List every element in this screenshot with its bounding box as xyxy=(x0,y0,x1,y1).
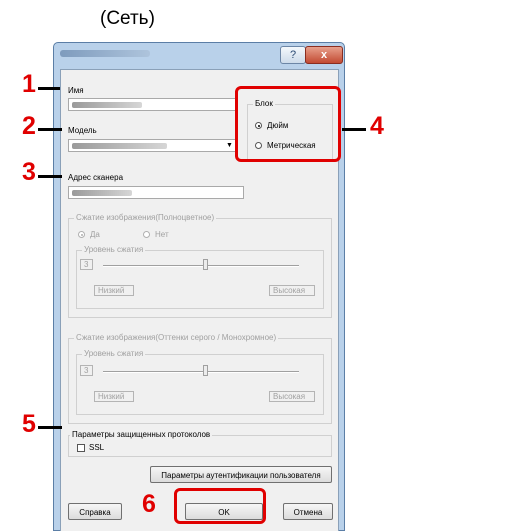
compression-yes-radio[interactable] xyxy=(78,231,85,238)
color-level-slider-thumb[interactable] xyxy=(203,259,208,270)
secure-protocol-group: Параметры защищенных протоколов SSL xyxy=(68,430,332,457)
color-compression-title: Сжатие изображения(Полноцветное) xyxy=(74,213,217,222)
ssl-checkbox[interactable] xyxy=(77,444,85,452)
callout-3: 3 xyxy=(22,158,36,186)
ok-highlight-box xyxy=(174,488,266,524)
cancel-button[interactable]: Отмена xyxy=(283,503,333,520)
compression-yes-label: Да xyxy=(90,230,100,239)
callout-3-line xyxy=(38,175,62,178)
help-button[interactable]: Справка xyxy=(68,503,122,520)
gray-level-value: 3 xyxy=(80,365,93,376)
close-icon[interactable]: x xyxy=(305,46,343,64)
gray-level-slider-thumb[interactable] xyxy=(203,365,208,376)
gray-compression-title: Сжатие изображения(Оттенки серого / Моно… xyxy=(74,333,279,342)
name-label: Имя xyxy=(68,86,84,95)
callout-2: 2 xyxy=(22,112,36,140)
color-high-label: Высокая xyxy=(269,285,315,296)
color-compression-group: Сжатие изображения(Полноцветное) Да Нет … xyxy=(68,213,332,318)
secure-protocol-title: Параметры защищенных протоколов xyxy=(70,430,213,439)
callout-6: 6 xyxy=(142,490,156,518)
compression-no-label: Нет xyxy=(155,230,169,239)
chevron-down-icon: ▼ xyxy=(226,142,233,149)
gray-high-label: Высокая xyxy=(269,391,315,402)
unit-highlight-box xyxy=(235,86,341,162)
user-auth-settings-button[interactable]: Параметры аутентификации пользователя xyxy=(150,466,332,483)
callout-5-line xyxy=(38,426,62,429)
name-field[interactable] xyxy=(68,98,236,111)
callout-1: 1 xyxy=(22,70,36,98)
help-icon[interactable]: ? xyxy=(280,46,306,64)
gray-compression-group: Сжатие изображения(Оттенки серого / Моно… xyxy=(68,333,332,424)
compression-no-radio[interactable] xyxy=(143,231,150,238)
callout-1-line xyxy=(38,87,60,90)
scanner-address-label: Адрес сканера xyxy=(68,173,124,182)
callout-4-line xyxy=(342,128,366,131)
color-level-value: 3 xyxy=(80,259,93,270)
scanner-address-field[interactable] xyxy=(68,186,244,199)
model-dropdown[interactable]: ▼ xyxy=(68,139,236,152)
gray-level-slider-track xyxy=(103,371,299,373)
gray-level-title: Уровень сжатия xyxy=(82,349,146,358)
color-low-label: Низкий xyxy=(94,285,134,296)
callout-4: 4 xyxy=(370,112,384,140)
color-level-group: Уровень сжатия 3 Низкий Высокая xyxy=(76,245,324,309)
callout-2-line xyxy=(38,128,62,131)
ssl-label: SSL xyxy=(89,443,105,452)
callout-5: 5 xyxy=(22,410,36,438)
window-title-redacted xyxy=(60,50,150,57)
gray-level-group: Уровень сжатия 3 Низкий Высокая xyxy=(76,349,324,415)
gray-low-label: Низкий xyxy=(94,391,134,402)
color-level-slider-track xyxy=(103,265,299,267)
color-level-title: Уровень сжатия xyxy=(82,245,146,254)
section-heading: (Сеть) xyxy=(100,8,155,29)
title-bar: ? x xyxy=(54,43,344,67)
model-label: Модель xyxy=(68,126,97,135)
